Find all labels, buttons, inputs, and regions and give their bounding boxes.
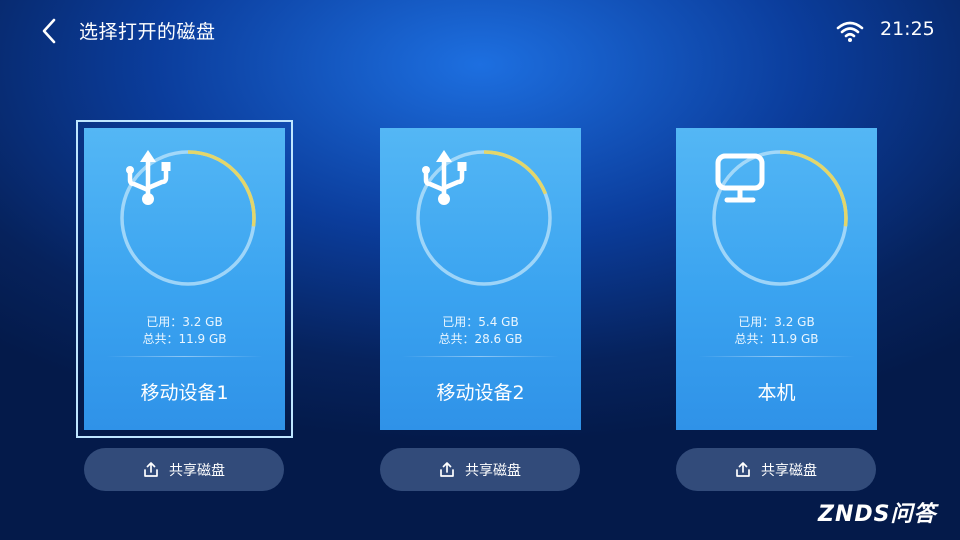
monitor-icon (715, 153, 765, 203)
used-value: 5.4 GB (478, 315, 519, 329)
storage-stats: 已用：3.2 GB 总共：11.9 GB (734, 315, 819, 346)
top-bar: 选择打开的磁盘 21:25 (0, 0, 960, 62)
share-disk-button-3[interactable]: 共享磁盘 (676, 448, 876, 491)
usage-ring (118, 148, 258, 288)
device-card-mobile-2[interactable]: 已用：5.4 GB 总共：28.6 GB 移动设备2 (380, 128, 581, 430)
device-name: 移动设备2 (436, 382, 525, 404)
device-name: 本机 (757, 382, 796, 404)
share-label: 共享磁盘 (465, 462, 521, 479)
share-disk-button-1[interactable]: 共享磁盘 (84, 448, 284, 491)
clock: 21:25 (880, 18, 935, 40)
wifi-icon (836, 21, 864, 42)
divider (698, 356, 855, 357)
total-value: 11.9 GB (178, 332, 227, 346)
storage-stats: 已用：5.4 GB 总共：28.6 GB (438, 315, 523, 346)
total-value: 28.6 GB (474, 332, 523, 346)
usage-ring (710, 148, 850, 288)
share-label: 共享磁盘 (761, 462, 817, 479)
used-value: 3.2 GB (774, 315, 815, 329)
share-disk-button-2[interactable]: 共享磁盘 (380, 448, 580, 491)
usage-ring (414, 148, 554, 288)
divider (106, 356, 263, 357)
device-card-mobile-1[interactable]: 已用：3.2 GB 总共：11.9 GB 移动设备1 (76, 120, 293, 438)
divider (402, 356, 559, 357)
share-label: 共享磁盘 (169, 462, 225, 479)
used-value: 3.2 GB (182, 315, 223, 329)
share-icon (736, 461, 750, 477)
share-icon (440, 461, 454, 477)
chevron-left-icon (42, 18, 56, 44)
device-card-local[interactable]: 已用：3.2 GB 总共：11.9 GB 本机 (676, 128, 877, 430)
usb-icon (422, 150, 467, 205)
watermark: ZNDS问答 (818, 502, 937, 527)
total-value: 11.9 GB (770, 332, 819, 346)
page-title: 选择打开的磁盘 (79, 21, 216, 43)
device-name: 移动设备1 (140, 382, 229, 404)
share-icon (144, 461, 158, 477)
back-button[interactable] (34, 16, 64, 46)
usb-icon (126, 150, 171, 205)
storage-stats: 已用：3.2 GB 总共：11.9 GB (142, 315, 227, 346)
